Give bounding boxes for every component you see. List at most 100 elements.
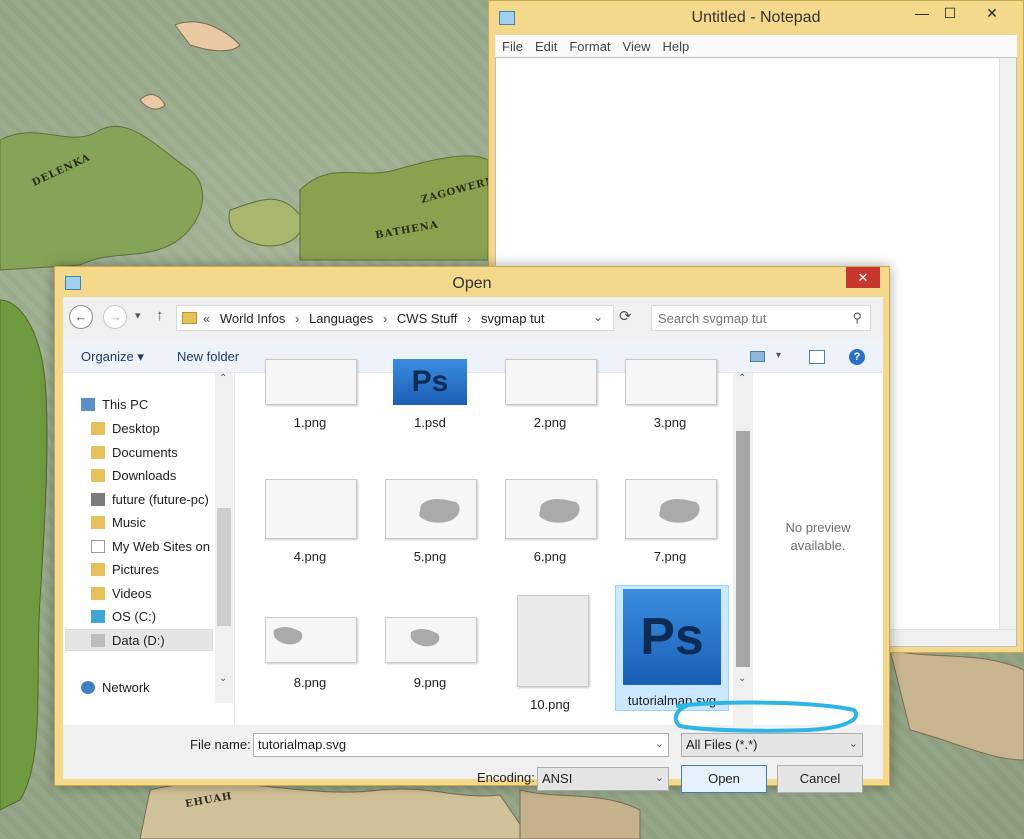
nav-scrollbar[interactable]: ⌃ ⌄: [215, 373, 233, 703]
preview-pane: No preview available.: [753, 373, 883, 725]
menu-format[interactable]: Format: [562, 35, 615, 54]
menu-help[interactable]: Help: [655, 35, 694, 54]
image-thumbnail: [265, 359, 357, 405]
nav-os-c[interactable]: OS (C:): [91, 609, 156, 629]
preview-pane-icon[interactable]: [809, 350, 825, 364]
file-10-png[interactable]: 10.png: [495, 595, 605, 719]
pictures-folder-icon: [91, 563, 105, 576]
navigation-pane: This PC Desktop Documents Downloads futu…: [63, 373, 235, 725]
help-button[interactable]: ?: [849, 349, 865, 365]
folder-icon: [91, 422, 105, 435]
open-button[interactable]: Open: [681, 765, 767, 793]
file-type-chevron-icon[interactable]: ⌄: [849, 737, 858, 750]
search-input[interactable]: [658, 310, 838, 327]
nav-pictures[interactable]: Pictures: [91, 562, 159, 582]
videos-folder-icon: [91, 587, 105, 600]
computer-icon: [81, 398, 95, 411]
menu-edit[interactable]: Edit: [528, 35, 562, 54]
scroll-up-icon[interactable]: ⌃: [738, 373, 746, 384]
scroll-up-icon[interactable]: ⌃: [219, 373, 227, 384]
image-thumbnail: [385, 479, 477, 539]
nav-future-pc[interactable]: future (future-pc): [91, 492, 209, 512]
file-6-png[interactable]: 6.png: [495, 479, 605, 603]
recent-locations-dropdown[interactable]: ▾: [135, 309, 141, 322]
file-list-scrollbar[interactable]: ⌃ ⌄: [733, 373, 753, 725]
nav-data-d[interactable]: Data (D:): [91, 633, 165, 653]
file-4-png[interactable]: 4.png: [255, 479, 365, 603]
breadcrumb: « World Infos › Languages › CWS Stuff › …: [203, 306, 545, 326]
nav-scroll-thumb[interactable]: [217, 508, 231, 626]
nav-music[interactable]: Music: [91, 515, 146, 535]
file-5-png[interactable]: 5.png: [375, 479, 485, 603]
up-button[interactable]: ↑: [156, 307, 164, 324]
change-view-icon[interactable]: [750, 351, 765, 362]
breadcrumb-world-infos[interactable]: World Infos: [220, 306, 286, 326]
search-icon[interactable]: ⚲: [852, 310, 862, 326]
nav-my-web-sites[interactable]: My Web Sites on: [91, 539, 210, 559]
encoding-select[interactable]: ANSI ⌄: [537, 767, 669, 791]
scroll-down-icon[interactable]: ⌄: [219, 673, 227, 684]
nav-desktop[interactable]: Desktop: [91, 421, 160, 441]
cancel-button[interactable]: Cancel: [777, 765, 863, 793]
refresh-icon[interactable]: ⟳: [619, 307, 632, 325]
scroll-down-icon[interactable]: ⌄: [738, 673, 746, 684]
notepad-titlebar[interactable]: Untitled - Notepad — ☐ ✕: [489, 1, 1023, 35]
nav-downloads[interactable]: Downloads: [91, 468, 176, 488]
image-thumbnail: [505, 359, 597, 405]
folder-icon: [91, 446, 105, 459]
file-8-png[interactable]: 8.png: [255, 617, 365, 741]
encoding-chevron-icon[interactable]: ⌄: [655, 771, 664, 784]
notepad-menubar: File Edit Format View Help: [495, 35, 1017, 57]
file-1-psd[interactable]: Ps 1.psd: [375, 349, 485, 473]
dialog-close-button[interactable]: ✕: [846, 267, 880, 288]
close-button[interactable]: ✕: [969, 5, 1015, 27]
photoshop-icon: Ps: [623, 589, 721, 685]
file-name-chevron-icon[interactable]: ⌄: [655, 737, 664, 750]
image-thumbnail: [625, 359, 717, 405]
image-thumbnail: [625, 479, 717, 539]
windows-drive-icon: [91, 610, 105, 623]
image-thumbnail: [517, 595, 589, 687]
music-folder-icon: [91, 516, 105, 529]
maximize-button[interactable]: ☐: [937, 5, 963, 27]
view-options-chevron-icon[interactable]: ▾: [776, 350, 781, 361]
file-3-png[interactable]: 3.png: [615, 349, 725, 473]
file-2-png[interactable]: 2.png: [495, 349, 605, 473]
file-name-input[interactable]: tutorialmap.svg ⌄: [253, 733, 669, 757]
nav-videos[interactable]: Videos: [91, 586, 152, 606]
organize-button[interactable]: Organize ▾: [81, 349, 144, 365]
file-list: 1.png Ps 1.psd 2.png 3.png 4.png 5.png 6…: [235, 359, 753, 725]
minimize-button[interactable]: —: [909, 5, 935, 27]
search-box[interactable]: ⚲: [651, 305, 871, 331]
breadcrumb-overflow[interactable]: «: [203, 306, 210, 326]
address-bar[interactable]: « World Infos › Languages › CWS Stuff › …: [176, 305, 614, 331]
forward-button[interactable]: →: [103, 305, 127, 329]
image-thumbnail: [265, 617, 357, 663]
breadcrumb-cws-stuff[interactable]: CWS Stuff: [397, 306, 457, 326]
file-1-png[interactable]: 1.png: [255, 349, 365, 473]
image-thumbnail: [385, 617, 477, 663]
annotation-highlight-ellipse: [673, 700, 859, 733]
network-icon: [81, 681, 95, 694]
nav-documents[interactable]: Documents: [91, 445, 178, 465]
breadcrumb-languages[interactable]: Languages: [309, 306, 373, 326]
encoding-label: Encoding:: [477, 770, 535, 785]
dialog-title: Open: [452, 275, 492, 292]
menu-file[interactable]: File: [495, 35, 528, 54]
file-9-png[interactable]: 9.png: [375, 617, 485, 741]
nav-this-pc[interactable]: This PC: [81, 397, 148, 417]
folder-icon: [182, 312, 197, 324]
image-thumbnail: [505, 479, 597, 539]
breadcrumb-svgmap-tut[interactable]: svgmap tut: [481, 306, 545, 326]
address-dropdown-chevron-icon[interactable]: ⌄: [593, 310, 603, 324]
new-folder-button[interactable]: New folder: [177, 349, 239, 364]
file-tutorialmap-svg[interactable]: Ps tutorialmap.svg: [617, 589, 727, 713]
notepad-vertical-scrollbar[interactable]: [999, 58, 1016, 630]
photoshop-icon: Ps: [393, 359, 467, 405]
no-preview-message: No preview available.: [785, 520, 851, 553]
nav-network[interactable]: Network: [81, 680, 150, 700]
menu-view[interactable]: View: [616, 35, 656, 54]
download-folder-icon: [91, 469, 105, 482]
back-button[interactable]: ←: [69, 305, 93, 329]
file-scroll-thumb[interactable]: [736, 431, 750, 667]
